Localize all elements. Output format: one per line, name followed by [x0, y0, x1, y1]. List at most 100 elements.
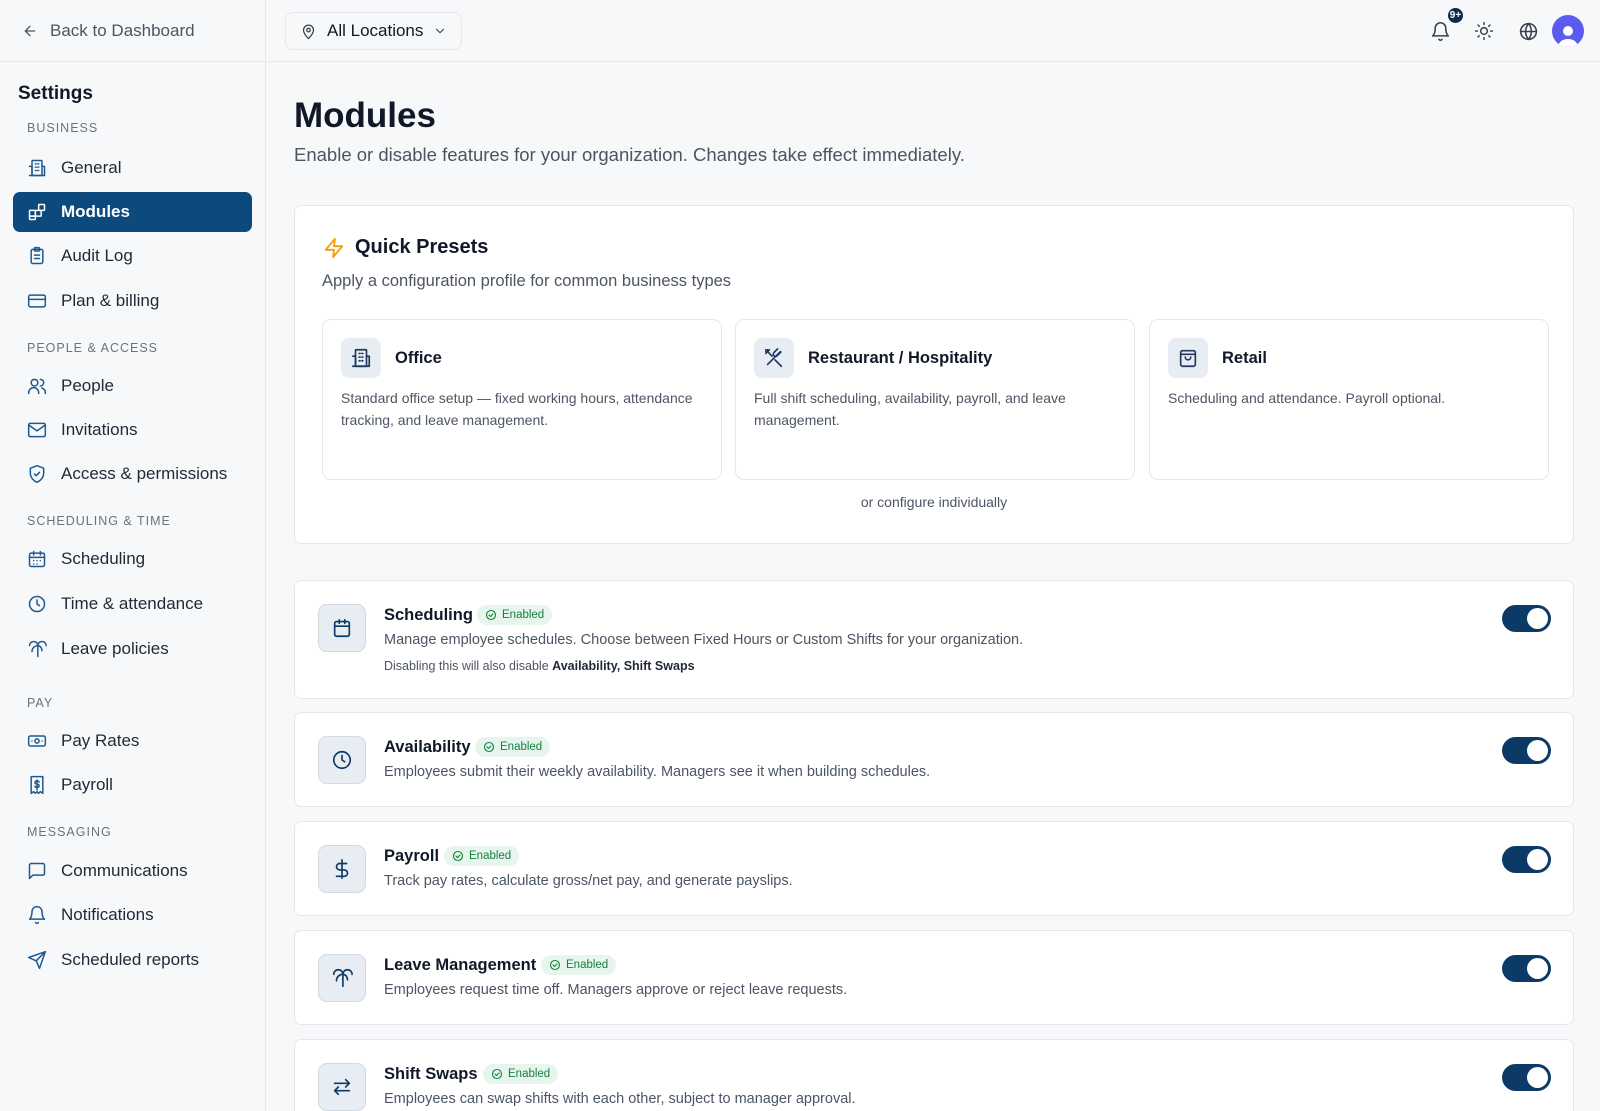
- sidebar-item-leave-policies[interactable]: Leave policies: [13, 629, 252, 669]
- utensils-crossed-icon: [754, 338, 794, 378]
- avatar[interactable]: [1552, 15, 1584, 47]
- sidebar-item-label: Access & permissions: [61, 464, 228, 483]
- sidebar-item-label: Payroll: [61, 775, 113, 794]
- sidebar-item-access-permissions[interactable]: Access & permissions: [13, 454, 252, 494]
- sidebar-item-invitations[interactable]: Invitations: [13, 410, 252, 450]
- module-description: Track pay rates, calculate gross/net pay…: [384, 873, 793, 889]
- sidebar-item-time-attendance[interactable]: Time & attendance: [13, 584, 252, 624]
- module-card-shift-swaps: Shift Swaps Enabled Employees can swap s…: [294, 1039, 1574, 1111]
- module-toggle-leave-management[interactable]: [1502, 955, 1551, 982]
- sidebar-item-pay-rates[interactable]: Pay Rates: [13, 721, 252, 761]
- quick-presets-title: Quick Presets: [355, 236, 489, 258]
- quick-presets-header: Quick Presets: [323, 236, 488, 259]
- or-configure-individually: or configure individually: [860, 494, 1008, 510]
- module-description: Employees submit their weekly availabili…: [384, 764, 931, 780]
- status-label: Enabled: [566, 959, 609, 971]
- bell-icon: [1430, 21, 1451, 42]
- chevron-down-icon: [433, 24, 447, 38]
- back-to-dashboard-link[interactable]: Back to Dashboard: [0, 0, 265, 62]
- quick-presets-card: Quick Presets Apply a configuration prof…: [294, 205, 1574, 544]
- sidebar: Back to Dashboard Settings BUSINESS Gene…: [0, 0, 266, 1111]
- module-description: Manage employee schedules. Choose betwee…: [384, 632, 1024, 648]
- arrow-left-icon: [22, 23, 38, 39]
- banknote-icon: [26, 730, 48, 752]
- status-badge: Enabled: [444, 846, 520, 866]
- map-pin-icon: [300, 23, 317, 40]
- module-name: Payroll: [384, 847, 440, 865]
- section-label-pay: PAY: [27, 696, 54, 710]
- sidebar-item-modules[interactable]: Modules: [13, 192, 252, 232]
- location-selector[interactable]: All Locations: [285, 12, 463, 50]
- sidebar-item-label: Audit Log: [61, 246, 133, 265]
- status-badge: Enabled: [483, 1064, 559, 1084]
- status-label: Enabled: [500, 741, 543, 753]
- module-card-payroll: Payroll Enabled Track pay rates, calcula…: [294, 821, 1574, 916]
- credit-card-icon: [26, 290, 48, 312]
- preset-retail[interactable]: Retail Scheduling and attendance. Payrol…: [1149, 319, 1549, 480]
- theme-toggle-button[interactable]: [1471, 18, 1497, 44]
- module-name: Shift Swaps: [384, 1065, 478, 1083]
- sidebar-item-plan-billing[interactable]: Plan & billing: [13, 281, 252, 321]
- preset-description: Full shift scheduling, availability, pay…: [754, 390, 1066, 428]
- check-circle-icon: [485, 609, 497, 621]
- sidebar-item-label: General: [61, 158, 122, 177]
- module-toggle-availability[interactable]: [1502, 737, 1551, 764]
- sidebar-item-payroll[interactable]: Payroll: [13, 765, 252, 805]
- sidebar-item-label: Notifications: [61, 905, 154, 924]
- module-description: Employees can swap shifts with each othe…: [384, 1091, 856, 1107]
- sidebar-item-scheduling[interactable]: Scheduling: [13, 539, 252, 579]
- note-dependents: Availability, Shift Swaps: [552, 659, 695, 673]
- module-toggle-scheduling[interactable]: [1502, 605, 1551, 632]
- check-circle-icon: [483, 741, 495, 753]
- palm-tree-icon: [318, 954, 366, 1002]
- sidebar-item-label: Modules: [61, 202, 130, 221]
- note-prefix: Disabling this will also disable: [384, 659, 553, 673]
- preset-name: Office: [395, 349, 442, 367]
- sidebar-item-communications[interactable]: Communications: [13, 851, 252, 891]
- notification-count-badge: 9+: [1446, 6, 1465, 25]
- preset-office[interactable]: Office Standard office setup — fixed wor…: [322, 319, 722, 480]
- message-square-icon: [26, 860, 48, 882]
- section-label-people-access: PEOPLE & ACCESS: [27, 341, 159, 355]
- page-subtitle: Enable or disable features for your orga…: [294, 144, 965, 165]
- sidebar-item-scheduled-reports[interactable]: Scheduled reports: [13, 940, 252, 980]
- module-card-leave-management: Leave Management Enabled Employees reque…: [294, 930, 1574, 1025]
- module-name: Scheduling: [384, 606, 473, 624]
- preset-description: Standard office setup — fixed working ho…: [341, 390, 693, 428]
- check-circle-icon: [491, 1068, 503, 1080]
- top-bar: All Locations: [267, 0, 1600, 62]
- preset-restaurant-hospitality[interactable]: Restaurant / Hospitality Full shift sche…: [735, 319, 1135, 480]
- sidebar-item-audit-log[interactable]: Audit Log: [13, 236, 252, 276]
- language-button[interactable]: [1515, 18, 1541, 44]
- toggle-knob: [1527, 1067, 1548, 1088]
- preset-description: Scheduling and attendance. Payroll optio…: [1168, 390, 1446, 406]
- status-label: Enabled: [508, 1068, 551, 1080]
- sidebar-item-label: Scheduled reports: [61, 950, 199, 969]
- section-label-scheduling-time: SCHEDULING & TIME: [27, 514, 171, 528]
- module-toggle-shift-swaps[interactable]: [1502, 1064, 1551, 1091]
- section-label-messaging: MESSAGING: [27, 825, 112, 839]
- back-label: Back to Dashboard: [50, 20, 195, 40]
- check-circle-icon: [452, 850, 464, 862]
- clock-icon: [318, 736, 366, 784]
- palm-tree-icon: [26, 638, 48, 660]
- status-badge: Enabled: [477, 605, 553, 625]
- module-toggle-payroll[interactable]: [1502, 846, 1551, 873]
- status-badge: Enabled: [541, 955, 617, 975]
- status-label: Enabled: [502, 609, 545, 621]
- section-label-business: BUSINESS: [27, 121, 99, 135]
- sidebar-item-label: Scheduling: [61, 549, 146, 568]
- sun-icon: [1474, 21, 1494, 41]
- sidebar-item-notifications[interactable]: Notifications: [13, 895, 252, 935]
- module-card-scheduling: Scheduling Enabled Manage employee sched…: [294, 580, 1574, 699]
- calendar-icon: [318, 604, 366, 652]
- sidebar-item-people[interactable]: People: [13, 366, 252, 406]
- calendar-icon: [26, 548, 48, 570]
- status-label: Enabled: [469, 850, 512, 862]
- preset-name: Retail: [1222, 349, 1267, 367]
- sidebar-item-general[interactable]: General: [13, 148, 252, 188]
- user-silhouette-icon: [1558, 26, 1578, 47]
- sidebar-item-label: Plan & billing: [61, 291, 160, 310]
- sidebar-item-label: Communications: [61, 861, 188, 880]
- module-card-availability: Availability Enabled Employees submit th…: [294, 712, 1574, 807]
